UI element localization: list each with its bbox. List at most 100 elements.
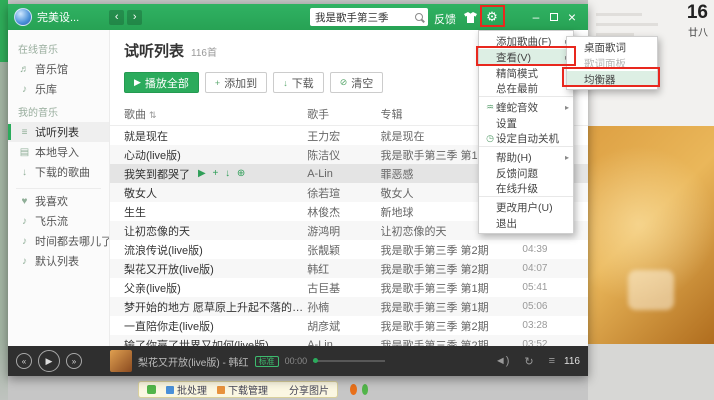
- feedback-button[interactable]: 反馈: [434, 11, 456, 27]
- desktop-left-edge: [0, 0, 8, 400]
- submenu-item[interactable]: 桌面歌词: [567, 39, 657, 55]
- skin-icon[interactable]: [462, 9, 478, 25]
- sidebar-playlists: ♥ 我喜欢 ♪ 飞乐流 ♪ 时间都去哪儿了1 ♪: [8, 191, 109, 271]
- sidebar-item[interactable]: ♬ 音乐馆: [8, 59, 109, 79]
- menu-item[interactable]: 退出: [479, 215, 573, 231]
- song-artist[interactable]: 徐若瑄: [307, 185, 380, 201]
- song-album[interactable]: 我是歌手第三季 第2期: [380, 261, 522, 277]
- sidebar-item[interactable]: ♪ 乐库: [8, 79, 109, 99]
- sidebar-playlist-item[interactable]: ♪ 飞乐流: [8, 211, 109, 231]
- confirm-icon[interactable]: [362, 384, 369, 395]
- toolbar-button[interactable]: ↓ 下载: [273, 72, 324, 93]
- toolbar-item[interactable]: 批处理: [166, 382, 207, 397]
- search-icon[interactable]: [415, 13, 423, 21]
- maximize-icon[interactable]: [546, 9, 562, 25]
- toolbar-item[interactable]: 分享图片: [278, 382, 329, 397]
- song-artist[interactable]: 古巨基: [307, 280, 380, 296]
- submenu-item[interactable]: 均衡器: [567, 71, 657, 87]
- forward-button[interactable]: ›: [127, 10, 142, 25]
- playlist-panel-icon[interactable]: ≡: [549, 355, 555, 367]
- song-artist[interactable]: 游鸿明: [307, 223, 380, 239]
- toolbar-button[interactable]: + 添加到: [205, 72, 267, 93]
- sidebar-mine-list: ≡ 试听列表 ▤ 本地导入 ↓ 下载的歌曲: [8, 122, 109, 182]
- table-row[interactable]: 输了你赢了世界又如何(live版) ▶ + ↓ ⊕ A-Lin 我是歌手第三季 …: [110, 335, 588, 346]
- table-row[interactable]: 流浪传说(live版) ▶ + ↓ ⊕ 张靓颖 我是歌手第三季 第2期 04:3…: [110, 240, 588, 259]
- sort-icon[interactable]: ⇅: [149, 110, 157, 120]
- song-artist[interactable]: 林俊杰: [307, 204, 380, 220]
- toolbar-item-label: 批处理: [177, 382, 207, 397]
- now-playing-title[interactable]: 梨花又开放(live版) - 韩红: [138, 354, 249, 369]
- song-album[interactable]: 我是歌手第三季 第1期: [380, 280, 522, 296]
- progress-bar[interactable]: [313, 360, 385, 362]
- song-artist[interactable]: 胡彦斌: [307, 318, 380, 334]
- song-album[interactable]: 我是歌手第三季 第2期: [380, 318, 522, 334]
- song-artist[interactable]: A-Lin: [307, 168, 380, 180]
- previous-track-icon[interactable]: «: [16, 353, 32, 369]
- close-icon[interactable]: ×: [564, 9, 580, 25]
- toolbar-button[interactable]: ▶ 播放全部: [124, 72, 199, 93]
- song-album[interactable]: 我是歌手第三季 第1期: [380, 299, 522, 315]
- song-artist[interactable]: 王力宏: [307, 128, 380, 144]
- song-artist[interactable]: 韩红: [307, 261, 380, 277]
- menu-item[interactable]: 查看(V) ▸: [479, 49, 573, 65]
- search-box[interactable]: 我是歌手第三季: [310, 8, 428, 26]
- back-button[interactable]: ‹: [109, 10, 124, 25]
- sidebar-item[interactable]: ↓ 下载的歌曲: [8, 162, 109, 182]
- table-row[interactable]: 梦开始的地方 愿草原上升起不落的太阳(live版) ▶ + ↓ ⊕ 孙楠 我是歌…: [110, 297, 588, 316]
- song-album[interactable]: 我是歌手第三季 第2期: [380, 337, 522, 347]
- quality-badge[interactable]: 标准: [255, 356, 279, 367]
- menu-item[interactable]: 设置: [479, 115, 573, 131]
- menu-item-label: 查看(V): [496, 50, 565, 65]
- menu-item[interactable]: 添加歌曲(F) ▸: [479, 33, 573, 49]
- menu-item[interactable]: 帮助(H) ▸: [479, 149, 573, 165]
- album-art-thumbnail[interactable]: [110, 350, 132, 372]
- table-row[interactable]: 一直陪你走(live版) ▶ + ↓ ⊕ 胡彦斌 我是歌手第三季 第2期 03:…: [110, 316, 588, 335]
- sidebar-item-label: 音乐馆: [35, 61, 68, 77]
- sidebar-item-label: 本地导入: [35, 144, 79, 160]
- toolbar-button[interactable]: ⊘ 清空: [330, 72, 384, 93]
- song-artist[interactable]: A-Lin: [307, 339, 380, 347]
- play-icon[interactable]: ▶: [38, 350, 60, 372]
- sidebar-playlist-item[interactable]: ♥ 我喜欢: [8, 191, 109, 211]
- minimize-icon[interactable]: –: [528, 9, 544, 25]
- sidebar-item[interactable]: ▤ 本地导入: [8, 142, 109, 162]
- table-row[interactable]: 父亲(live版) ▶ + ↓ ⊕ 古巨基 我是歌手第三季 第1期 05:41: [110, 278, 588, 297]
- song-duration: 03:52: [522, 339, 582, 346]
- sidebar-playlist-item[interactable]: ♪ 默认列表: [8, 251, 109, 271]
- table-row[interactable]: 梨花又开放(live版) ▶ + ↓ ⊕ 韩红 我是歌手第三季 第2期 04:0…: [110, 259, 588, 278]
- playlist-icon: ♪: [19, 216, 30, 227]
- menu-item[interactable]: 反馈问题: [479, 165, 573, 181]
- sidebar-divider: [16, 188, 101, 189]
- volume-icon[interactable]: ◄): [495, 355, 510, 367]
- toolbar-item[interactable]: 下载管理: [217, 382, 268, 397]
- song-title: 父亲(live版): [124, 280, 181, 296]
- toolbar-item-label: 下载管理: [228, 382, 268, 397]
- menu-item[interactable]: 精简模式: [479, 65, 573, 81]
- menu-item[interactable]: 在线升级: [479, 181, 573, 197]
- main-menu-gear-icon[interactable]: ⚙: [484, 9, 500, 25]
- submenu-arrow-icon: ▸: [565, 103, 569, 112]
- search-input[interactable]: 我是歌手第三季: [315, 10, 411, 25]
- song-artist[interactable]: 陈洁仪: [307, 147, 380, 163]
- song-artist[interactable]: 孙楠: [307, 299, 380, 315]
- menu-item[interactable]: ♒ 蝰蛇音效 ▸: [479, 99, 573, 115]
- song-artist[interactable]: 张靓颖: [307, 242, 380, 258]
- background-text-line: [596, 23, 658, 26]
- sidebar-playlist-item[interactable]: ♪ 时间都去哪儿了1: [8, 231, 109, 251]
- sidebar-item-icon: ♬: [19, 64, 30, 75]
- progress-handle[interactable]: [313, 358, 318, 363]
- column-song[interactable]: 歌曲⇅: [124, 106, 307, 122]
- sidebar-item[interactable]: ≡ 试听列表: [8, 122, 109, 142]
- menu-item[interactable]: 总在最前: [479, 81, 573, 97]
- username[interactable]: 完美设...: [37, 9, 79, 25]
- song-album[interactable]: 我是歌手第三季 第2期: [380, 242, 522, 258]
- play-mode-icon[interactable]: ↻: [524, 355, 533, 368]
- menu-item[interactable]: ◷ 设定自动关机: [479, 131, 573, 147]
- menu-item[interactable]: 更改用户(U): [479, 199, 573, 215]
- next-track-icon[interactable]: »: [66, 353, 82, 369]
- record-icon[interactable]: [350, 384, 357, 395]
- column-artist[interactable]: 歌手: [307, 106, 380, 122]
- user-avatar[interactable]: [14, 8, 32, 26]
- row-action-icons[interactable]: ▶ + ↓ ⊕: [198, 168, 247, 179]
- submenu-item[interactable]: 歌词面板: [567, 55, 657, 71]
